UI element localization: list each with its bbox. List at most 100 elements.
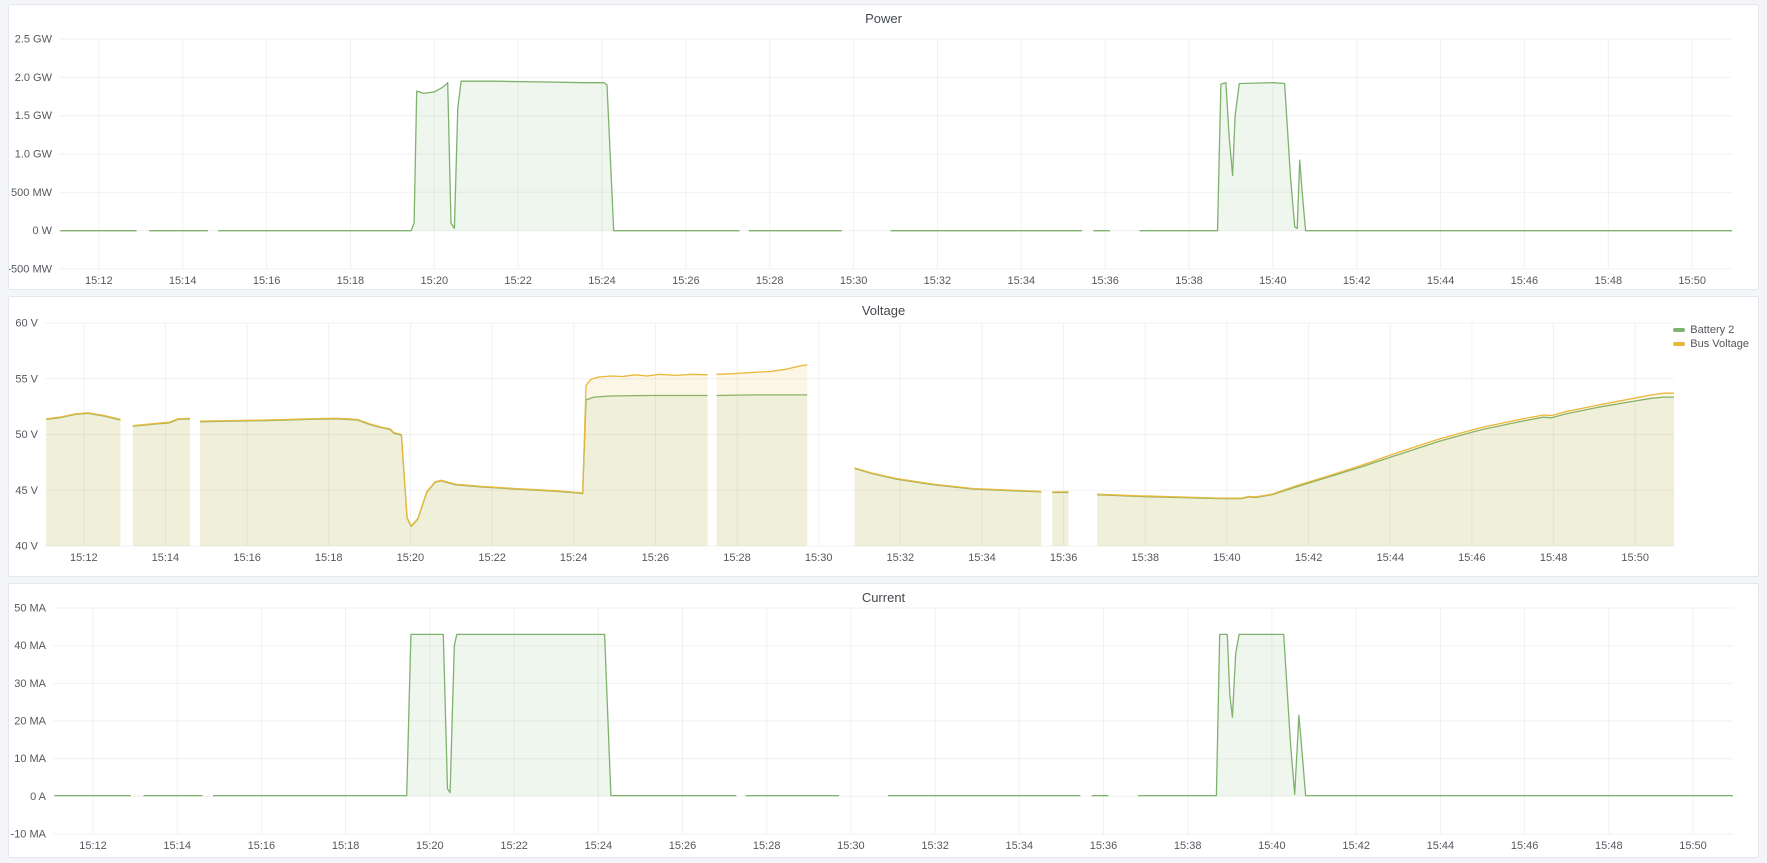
x-tick-label: 15:28 (753, 840, 781, 852)
y-tick-label: 2.5 GW (15, 34, 53, 46)
y-tick-label: 55 V (15, 373, 38, 385)
y-tick-label: 2.0 GW (15, 72, 53, 84)
y-tick-label: 30 MA (14, 678, 46, 690)
x-tick-label: 15:50 (1679, 840, 1707, 852)
x-tick-label: 15:44 (1377, 552, 1405, 564)
y-tick-label: 40 V (15, 541, 38, 553)
x-tick-label: 15:48 (1595, 275, 1623, 287)
dashboard: Power 2.5 GW 2.0 GW 1.5 GW 1.0 GW 500 MW 0 W -… (0, 0, 1767, 863)
x-tick-label: 15:26 (642, 552, 670, 564)
x-tick-label: 15:42 (1342, 840, 1370, 852)
x-tick-label: 15:26 (669, 840, 697, 852)
series-area (1052, 492, 1068, 546)
x-tick-label: 15:12 (79, 840, 107, 852)
x-tick-label: 15:14 (163, 840, 191, 852)
x-tick-label: 15:20 (421, 275, 449, 287)
x-tick-label: 15:32 (887, 552, 915, 564)
x-tick-label: 15:14 (152, 552, 180, 564)
x-tick-label: 15:18 (315, 552, 343, 564)
x-tick-label: 15:32 (924, 275, 952, 287)
x-tick-label: 15:24 (588, 275, 616, 287)
legend-label-bus-voltage: Bus Voltage (1690, 338, 1749, 350)
x-tick-label: 15:28 (756, 275, 784, 287)
x-tick-label: 15:28 (723, 552, 751, 564)
x-tick-label: 15:12 (70, 552, 98, 564)
panel-title-voltage[interactable]: Voltage (9, 303, 1758, 318)
y-tick-label: 45 V (15, 485, 38, 497)
x-tick-label: 15:36 (1090, 840, 1118, 852)
x-tick-label: 15:38 (1175, 275, 1203, 287)
series-area (133, 418, 190, 546)
x-tick-label: 15:20 (416, 840, 444, 852)
legend-item-bus-voltage[interactable]: Bus Voltage (1673, 338, 1749, 350)
voltage-plot-area[interactable]: 60 V 55 V 50 V 45 V 40 V 15:12 15:14 15:16 15:18… (9, 297, 1758, 576)
x-tick-label: 15:16 (248, 840, 276, 852)
series-area (200, 374, 707, 546)
x-tick-label: 15:36 (1091, 275, 1119, 287)
x-tick-label: 15:30 (805, 552, 833, 564)
panel-current: Current 50 MA40 MA30 MA20 MA10 MA0 A-10 … (8, 583, 1759, 858)
x-tick-label: 15:40 (1213, 552, 1241, 564)
y-tick-label: 1.5 GW (15, 110, 53, 122)
x-tick-label: 15:18 (337, 275, 365, 287)
series-area (213, 634, 736, 796)
x-tick-label: 15:34 (1006, 840, 1034, 852)
y-tick-label: -10 MA (11, 829, 47, 841)
x-tick-label: 15:22 (500, 840, 528, 852)
x-tick-label: 15:22 (478, 552, 506, 564)
x-tick-label: 15:18 (332, 840, 360, 852)
y-tick-label: 10 MA (14, 753, 46, 765)
x-tick-label: 15:34 (968, 552, 996, 564)
x-tick-label: 15:34 (1008, 275, 1036, 287)
x-tick-label: 15:48 (1540, 552, 1568, 564)
panel-power: Power 2.5 GW 2.0 GW 1.5 GW 1.0 GW 500 MW 0 W -… (8, 4, 1759, 290)
x-tick-label: 15:30 (837, 840, 865, 852)
x-tick-label: 15:24 (585, 840, 613, 852)
series-area (855, 468, 1042, 546)
x-tick-label: 15:40 (1259, 275, 1287, 287)
legend-item-battery-2[interactable]: Battery 2 (1673, 324, 1749, 336)
legend-label-battery-2: Battery 2 (1690, 324, 1734, 336)
y-tick-label: 0 A (30, 791, 47, 803)
y-tick-label: 1.0 GW (15, 149, 53, 161)
x-tick-label: 15:40 (1258, 840, 1286, 852)
x-tick-label: 15:50 (1678, 275, 1706, 287)
x-tick-label: 15:26 (672, 275, 700, 287)
legend-swatch-bus-voltage-icon (1673, 342, 1685, 346)
y-tick-label: 40 MA (14, 640, 46, 652)
panel-title-power[interactable]: Power (9, 11, 1758, 26)
y-tick-label: 50 V (15, 429, 38, 441)
x-tick-label: 15:12 (85, 275, 113, 287)
y-tick-label: 20 MA (14, 716, 46, 728)
voltage-legend: Battery 2 Bus Voltage (1673, 324, 1749, 350)
panel-title-current[interactable]: Current (9, 590, 1758, 605)
x-tick-label: 15:24 (560, 552, 588, 564)
x-tick-label: 15:46 (1458, 552, 1486, 564)
y-tick-label: 60 V (15, 318, 38, 330)
x-tick-label: 15:42 (1295, 552, 1323, 564)
y-tick-label: -500 MW (9, 264, 53, 276)
series-area (717, 365, 808, 546)
series-area (1140, 83, 1733, 231)
x-tick-label: 15:42 (1343, 275, 1371, 287)
x-tick-label: 15:50 (1621, 552, 1649, 564)
series-area (218, 81, 739, 231)
series-area (1138, 634, 1733, 796)
x-tick-label: 15:36 (1050, 552, 1078, 564)
x-tick-label: 15:16 (233, 552, 261, 564)
current-chart-svg: 50 MA40 MA30 MA20 MA10 MA0 A-10 MA15:121… (9, 584, 1758, 857)
x-tick-label: 15:38 (1174, 840, 1202, 852)
x-tick-label: 15:38 (1132, 552, 1160, 564)
x-tick-label: 15:14 (169, 275, 197, 287)
current-plot-area[interactable]: 50 MA40 MA30 MA20 MA10 MA0 A-10 MA15:121… (9, 584, 1758, 857)
power-plot-area[interactable]: 2.5 GW 2.0 GW 1.5 GW 1.0 GW 500 MW 0 W -500 MW… (9, 5, 1758, 289)
series-area (46, 413, 120, 546)
x-tick-label: 15:16 (253, 275, 281, 287)
y-tick-label: 500 MW (11, 187, 53, 199)
x-tick-label: 15:30 (840, 275, 868, 287)
x-tick-label: 15:46 (1511, 275, 1539, 287)
series-area (1097, 393, 1674, 546)
y-tick-label: 0 W (32, 225, 52, 237)
x-tick-label: 15:32 (921, 840, 949, 852)
voltage-chart-svg: 60 V 55 V 50 V 45 V 40 V 15:12 15:14 15:16 15:18… (9, 297, 1758, 576)
